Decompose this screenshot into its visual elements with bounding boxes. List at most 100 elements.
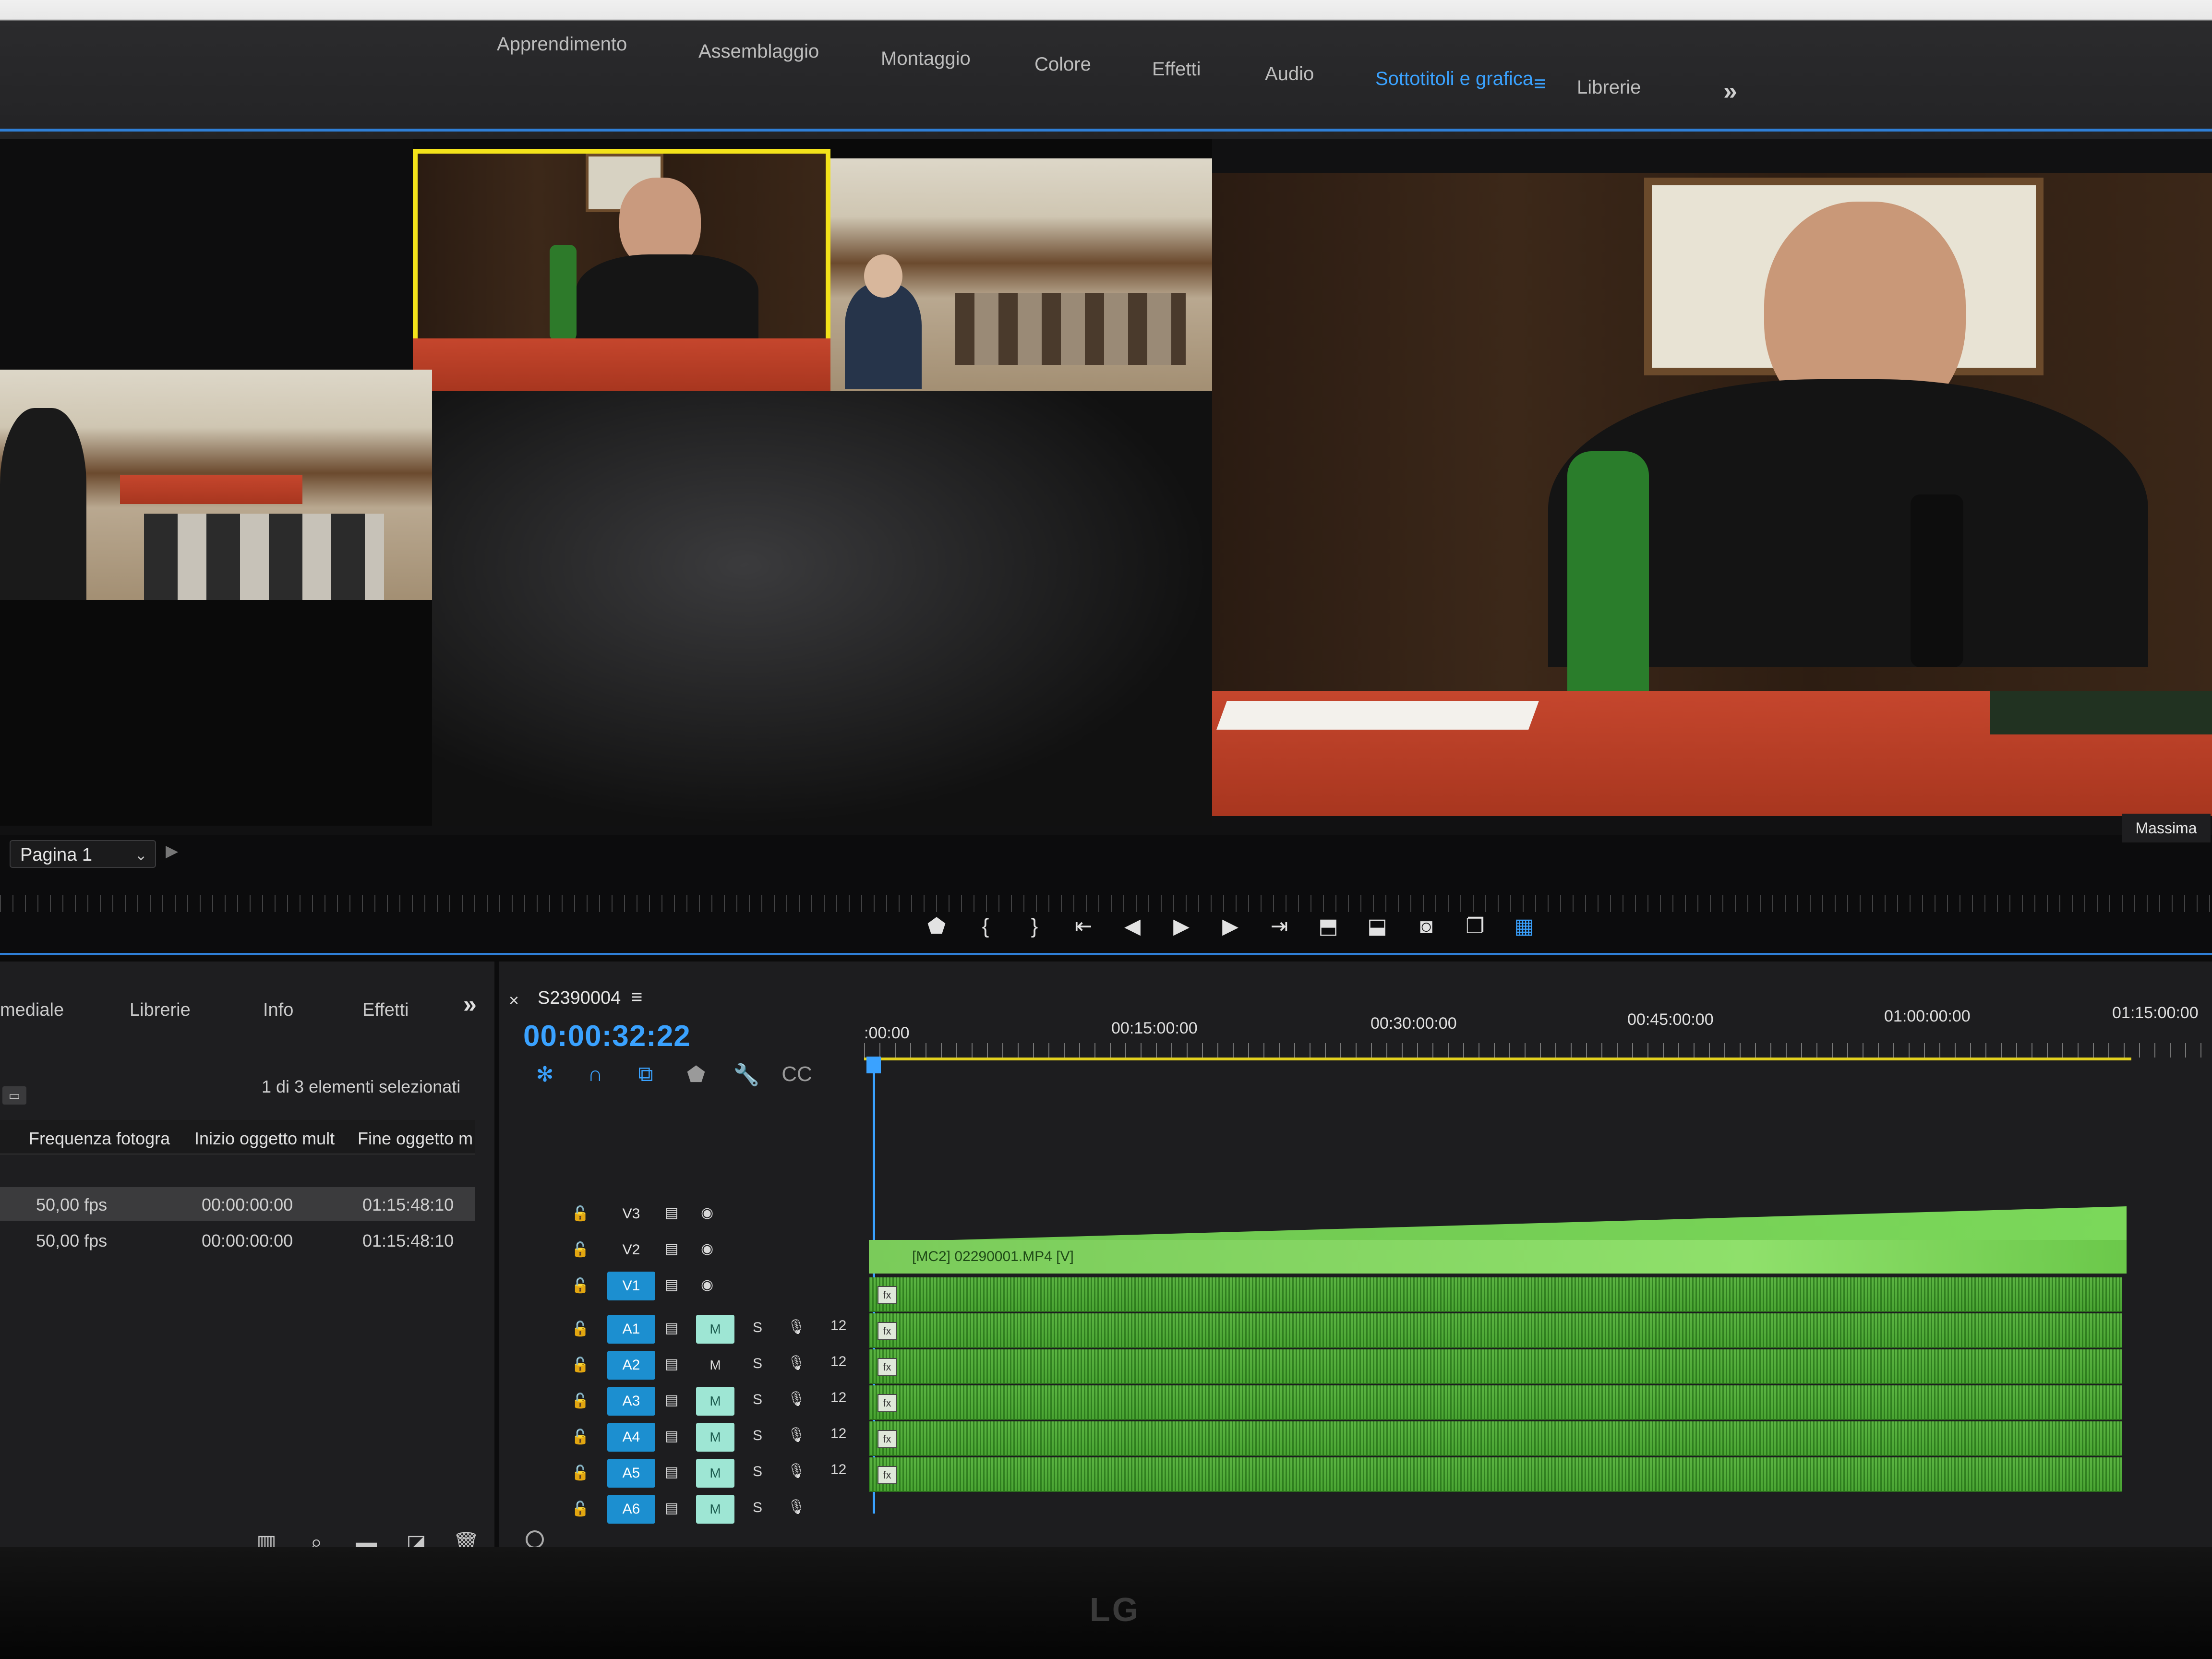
microphone-icon[interactable]: 🎙 bbox=[787, 1463, 805, 1479]
solo-button[interactable]: S bbox=[753, 1428, 762, 1444]
microphone-icon[interactable]: 🎙 bbox=[787, 1319, 805, 1335]
track-name[interactable]: A5 bbox=[607, 1459, 655, 1488]
multicam-icon[interactable]: ▦ bbox=[1500, 910, 1549, 943]
solo-button[interactable]: S bbox=[753, 1500, 762, 1516]
sync-lock-icon[interactable]: ▤ bbox=[665, 1392, 678, 1408]
eye-icon[interactable]: ◉ bbox=[701, 1204, 713, 1221]
extract-icon[interactable]: ⬓ bbox=[1353, 910, 1402, 943]
zoom-select[interactable]: Massima bbox=[2122, 814, 2211, 842]
eye-icon[interactable]: ◉ bbox=[701, 1240, 713, 1257]
bin-icon[interactable]: ▭ bbox=[2, 1086, 26, 1105]
export-frame-icon[interactable]: ◙ bbox=[1402, 910, 1451, 943]
sync-lock-icon[interactable]: ▤ bbox=[665, 1320, 678, 1336]
work-area-bar[interactable] bbox=[864, 1058, 2131, 1060]
sync-lock-icon[interactable]: ▤ bbox=[665, 1464, 678, 1480]
step-back-icon[interactable]: ◀ bbox=[1108, 910, 1157, 943]
sync-lock-icon[interactable]: ▤ bbox=[665, 1240, 678, 1257]
sync-lock-icon[interactable]: ▤ bbox=[665, 1500, 678, 1516]
captions-icon[interactable]: CC bbox=[778, 1062, 816, 1087]
column-header[interactable]: Frequenza fotogra bbox=[29, 1129, 170, 1149]
play-icon[interactable]: ▶ bbox=[1157, 910, 1206, 943]
nest-icon[interactable]: ✻ bbox=[526, 1062, 564, 1087]
tab-colore[interactable]: Colore bbox=[1034, 54, 1091, 75]
mute-button[interactable]: M bbox=[696, 1423, 734, 1452]
eye-icon[interactable]: ◉ bbox=[701, 1276, 713, 1293]
audio-clip[interactable]: fx bbox=[869, 1421, 2122, 1456]
sync-lock-icon[interactable]: ▤ bbox=[665, 1276, 678, 1293]
audio-clip[interactable]: fx bbox=[869, 1349, 2122, 1384]
tab-librerie[interactable]: Librerie bbox=[1577, 77, 1641, 98]
double-chevron-right-icon[interactable]: » bbox=[463, 990, 477, 1018]
lock-icon[interactable]: 🔓 bbox=[571, 1205, 589, 1222]
monitor-time-ruler[interactable] bbox=[0, 878, 2212, 912]
track-name[interactable]: A2 bbox=[607, 1351, 655, 1380]
camera-1-view[interactable] bbox=[0, 139, 413, 370]
camera-4-view[interactable] bbox=[0, 370, 432, 600]
track-name[interactable]: V3 bbox=[607, 1200, 655, 1228]
comparison-view-icon[interactable]: ❐ bbox=[1451, 910, 1500, 943]
mute-button[interactable]: M bbox=[696, 1351, 734, 1380]
mute-button[interactable]: M bbox=[696, 1387, 734, 1416]
solo-button[interactable]: S bbox=[753, 1392, 762, 1408]
camera-2-view[interactable] bbox=[413, 149, 830, 391]
sync-lock-icon[interactable]: ▤ bbox=[665, 1204, 678, 1221]
video-clip[interactable]: [MC2] 02290001.MP4 [V] bbox=[869, 1240, 2127, 1274]
sequence-menu-icon[interactable]: ≡ bbox=[631, 986, 642, 1008]
microphone-icon[interactable]: 🎙 bbox=[787, 1499, 805, 1515]
go-to-out-icon[interactable]: ⇥ bbox=[1255, 910, 1304, 943]
tab-librerie-panel[interactable]: Librerie bbox=[130, 1000, 191, 1021]
sync-lock-icon[interactable]: ▤ bbox=[665, 1356, 678, 1372]
audio-clip[interactable]: fx bbox=[869, 1457, 2122, 1492]
microphone-icon[interactable]: 🎙 bbox=[787, 1391, 805, 1407]
tab-assemblaggio[interactable]: Assemblaggio bbox=[698, 41, 819, 62]
solo-button[interactable]: S bbox=[753, 1320, 762, 1336]
lock-icon[interactable]: 🔓 bbox=[571, 1393, 589, 1409]
lock-icon[interactable]: 🔓 bbox=[571, 1277, 589, 1294]
mute-button[interactable]: M bbox=[696, 1495, 734, 1524]
lock-icon[interactable]: 🔓 bbox=[571, 1501, 589, 1517]
tab-effetti[interactable]: Effetti bbox=[1152, 59, 1201, 80]
close-icon[interactable]: × bbox=[509, 990, 519, 1010]
audio-clip[interactable]: fx bbox=[869, 1277, 2122, 1312]
tab-montaggio[interactable]: Montaggio bbox=[881, 48, 971, 70]
tab-info[interactable]: Info bbox=[263, 1000, 293, 1021]
column-header[interactable]: Inizio oggetto mult bbox=[194, 1129, 335, 1149]
table-row[interactable]: 50,00 fps 00:00:00:00 01:15:48:10 bbox=[0, 1223, 475, 1257]
lock-icon[interactable]: 🔓 bbox=[571, 1357, 589, 1373]
double-chevron-right-icon[interactable]: » bbox=[1723, 77, 1737, 106]
microphone-icon[interactable]: 🎙 bbox=[787, 1427, 805, 1443]
marker-icon[interactable]: ⬟ bbox=[677, 1062, 715, 1087]
playhead-handle[interactable] bbox=[866, 1057, 881, 1073]
panel-divider[interactable] bbox=[0, 953, 2212, 962]
lock-icon[interactable]: 🔓 bbox=[571, 1241, 589, 1258]
marker-icon[interactable]: ⬟ bbox=[912, 910, 961, 943]
timeline-ruler[interactable]: :00:00 00:15:00:00 00:30:00:00 00:45:00:… bbox=[864, 1004, 2212, 1072]
table-row[interactable]: 50,00 fps 00:00:00:00 01:15:48:10 bbox=[0, 1187, 475, 1221]
workspace-menu-icon[interactable]: ≡ bbox=[1534, 72, 1546, 96]
mark-out-icon[interactable]: } bbox=[1010, 910, 1059, 943]
tab-apprendimento[interactable]: Apprendimento bbox=[497, 34, 627, 55]
audio-clip[interactable]: fx bbox=[869, 1385, 2122, 1420]
go-to-in-icon[interactable]: ⇤ bbox=[1059, 910, 1108, 943]
play-page-icon[interactable]: ▶ bbox=[166, 842, 178, 861]
track-name[interactable]: A4 bbox=[607, 1423, 655, 1452]
audio-clip[interactable]: fx bbox=[869, 1313, 2122, 1348]
mute-button[interactable]: M bbox=[696, 1315, 734, 1344]
lock-icon[interactable]: 🔓 bbox=[571, 1465, 589, 1481]
sync-lock-icon[interactable]: ▤ bbox=[665, 1428, 678, 1444]
camera-3-view[interactable] bbox=[830, 158, 1212, 391]
track-name[interactable]: A6 bbox=[607, 1495, 655, 1524]
zoom-scroll-handle[interactable] bbox=[526, 1530, 544, 1549]
track-name[interactable]: V1 bbox=[607, 1272, 655, 1300]
sequence-tab[interactable]: S2390004 bbox=[538, 988, 621, 1009]
track-name[interactable]: A3 bbox=[607, 1387, 655, 1416]
linked-selection-icon[interactable]: ⧉ bbox=[626, 1062, 665, 1087]
step-forward-icon[interactable]: ▶ bbox=[1206, 910, 1255, 943]
track-name[interactable]: A1 bbox=[607, 1315, 655, 1344]
column-header[interactable]: Fine oggetto m bbox=[358, 1129, 473, 1149]
microphone-icon[interactable]: 🎙 bbox=[787, 1355, 805, 1371]
tab-effetti-panel[interactable]: Effetti bbox=[362, 1000, 409, 1021]
track-name[interactable]: V2 bbox=[607, 1236, 655, 1264]
snap-icon[interactable]: ∩ bbox=[576, 1062, 614, 1087]
mute-button[interactable]: M bbox=[696, 1459, 734, 1488]
